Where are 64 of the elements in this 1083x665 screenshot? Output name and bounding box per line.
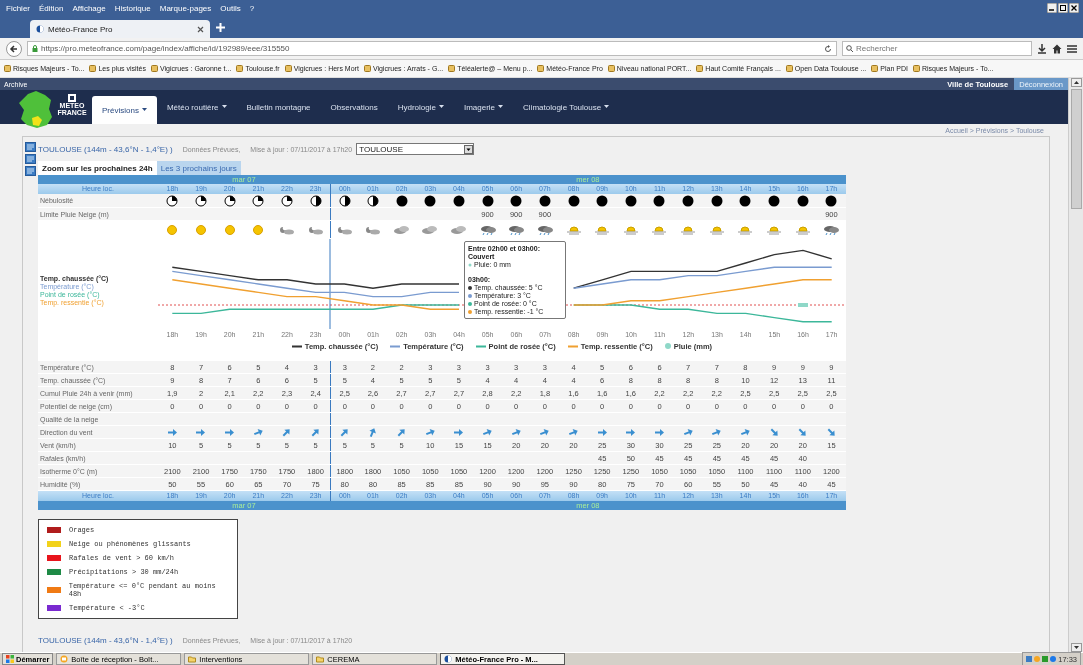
bookmark-icon[interactable] <box>89 65 97 72</box>
download-icon[interactable] <box>1037 43 1047 54</box>
print-icon[interactable] <box>25 154 36 164</box>
bullet-icon <box>468 293 472 298</box>
menu-icon[interactable] <box>1067 43 1077 54</box>
maximize-icon[interactable] <box>1058 3 1068 13</box>
station-title: TOULOUSE (144m - 43,6°N - 1,4°E) ) <box>38 144 173 154</box>
nav-tab[interactable]: Prévisions <box>92 96 157 124</box>
bookmark-icon[interactable] <box>236 65 244 72</box>
share-icon[interactable] <box>25 166 36 176</box>
bookmark-icon[interactable] <box>537 65 545 72</box>
bookmark-icon[interactable] <box>363 65 371 72</box>
favicon-icon <box>36 25 44 33</box>
station-title: TOULOUSE (144m - 43,6°N - 1,4°E) ) <box>38 635 173 645</box>
nav-tab[interactable]: Imagerie <box>453 90 514 124</box>
browser-tab[interactable]: Météo-France Pro <box>30 20 210 38</box>
scroll-up-icon[interactable] <box>1070 78 1082 87</box>
logo-mark-icon <box>68 94 76 102</box>
tray-icons-drawing <box>1026 655 1057 663</box>
back-icon[interactable] <box>6 40 22 57</box>
bullet-icon <box>468 301 472 306</box>
minimize-icon[interactable] <box>1047 3 1057 13</box>
bookmark-icon[interactable] <box>284 65 292 72</box>
windows-flag-icon <box>6 655 14 663</box>
bullet-icon <box>468 262 472 267</box>
nav-tab[interactable]: Observations <box>320 90 388 124</box>
bullet-icon <box>468 285 472 290</box>
bullet-icon <box>468 309 472 314</box>
menu-item[interactable]: ? <box>249 3 255 13</box>
scrollbar-thumb[interactable] <box>1070 89 1082 209</box>
menu-item[interactable]: Historique <box>114 3 151 13</box>
bookmark-icon[interactable] <box>912 65 920 72</box>
menu-item[interactable]: Fichier <box>6 3 30 13</box>
plus-icon[interactable] <box>216 22 225 32</box>
forecast-tab[interactable]: Zoom sur les prochaines 24h <box>38 161 157 175</box>
close-icon[interactable] <box>1069 3 1079 13</box>
map-logo-icon <box>18 90 54 130</box>
bookmark-icon[interactable] <box>150 65 158 72</box>
export-icon[interactable] <box>25 142 36 152</box>
nav-tab[interactable]: Bulletin montagne <box>236 90 321 124</box>
search-icon <box>846 45 853 52</box>
bookmark-icon[interactable] <box>607 65 615 72</box>
nav-tab[interactable]: Météo routière <box>156 90 237 124</box>
nav-tab[interactable]: Hydrologie <box>387 90 454 124</box>
nav-tab[interactable]: Climatologie Toulouse <box>513 90 620 124</box>
bookmark-icon[interactable] <box>785 65 793 72</box>
search-field[interactable]: Rechercher <box>842 41 1032 56</box>
menu-item[interactable]: Outils <box>220 3 241 13</box>
bookmark-icon[interactable] <box>696 65 704 72</box>
reload-icon[interactable] <box>824 44 832 53</box>
menu-item[interactable]: Affichage <box>72 3 106 13</box>
address-field[interactable]: https://pro.meteofrance.com/page/index/affiche/id/192989/eee/315550 <box>27 41 837 56</box>
close-icon[interactable] <box>197 25 204 33</box>
scroll-down-icon[interactable] <box>1070 643 1082 652</box>
station-select[interactable]: TOULOUSE <box>356 143 475 155</box>
bookmark-icon[interactable] <box>448 65 456 72</box>
lock-icon <box>32 45 38 52</box>
forecast-tab[interactable]: Les 3 prochains jours <box>156 161 241 175</box>
bookmark-icon[interactable] <box>4 65 11 72</box>
menu-item[interactable]: Marque-pages <box>159 3 212 13</box>
bookmark-icon[interactable] <box>871 65 879 72</box>
dropdown-icon <box>464 144 474 154</box>
menu-item[interactable]: Édition <box>39 3 64 13</box>
home-icon[interactable] <box>1052 43 1062 54</box>
